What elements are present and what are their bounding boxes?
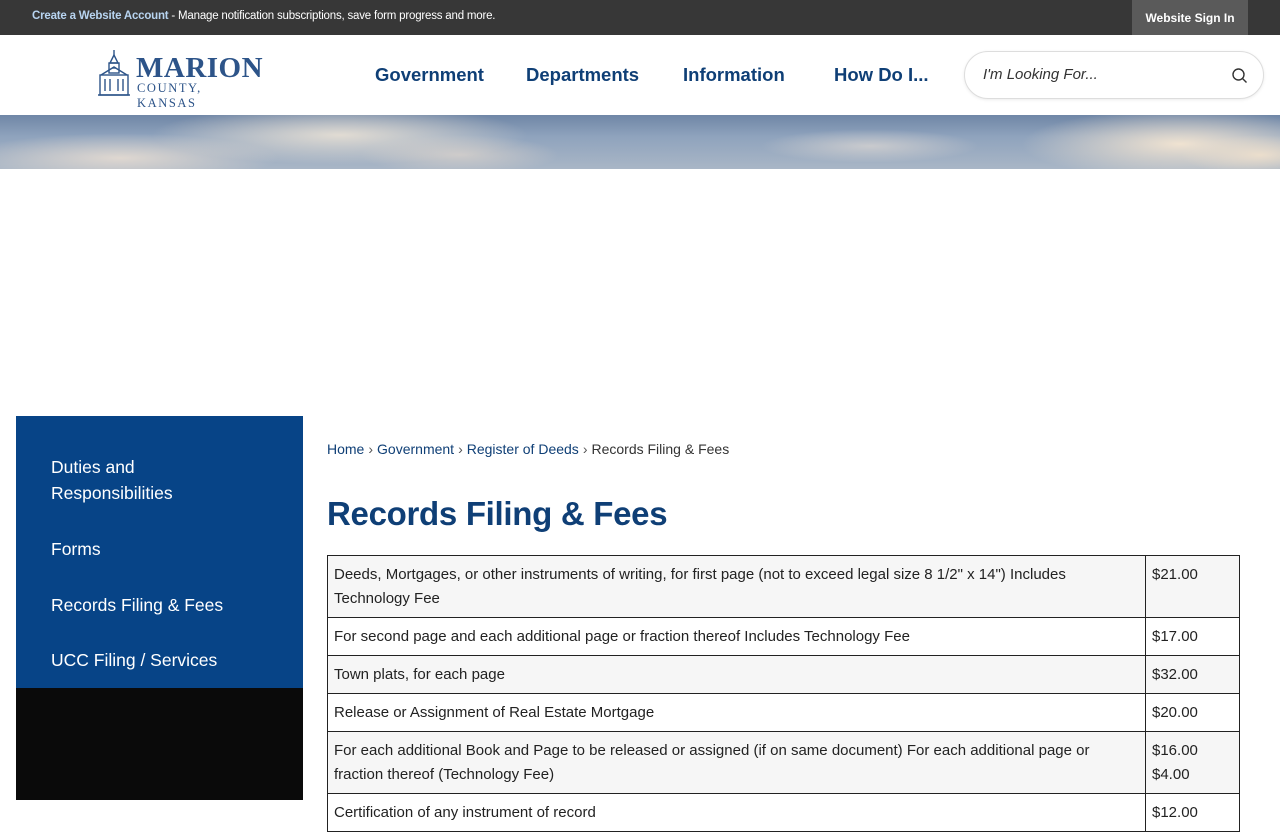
table-row: Release or Assignment of Real Estate Mor… bbox=[327, 693, 1240, 732]
breadcrumb-home[interactable]: Home bbox=[327, 441, 364, 457]
breadcrumb-separator: › bbox=[582, 441, 588, 457]
table-row: For each additional Book and Page to be … bbox=[327, 731, 1240, 794]
fee-amount: $12.00 bbox=[1145, 793, 1240, 832]
fee-amount: $17.00 bbox=[1145, 617, 1240, 656]
fee-amount: $21.00 bbox=[1145, 555, 1240, 618]
account-message: Create a Website Account - Manage notifi… bbox=[32, 10, 495, 22]
breadcrumb-current: Records Filing & Fees bbox=[591, 441, 730, 457]
sidebar-footer-block bbox=[16, 688, 303, 800]
search-box bbox=[964, 51, 1264, 99]
create-account-link[interactable]: Create a Website Account bbox=[32, 10, 169, 22]
breadcrumb-separator: › bbox=[458, 441, 463, 457]
fee-amount: $20.00 bbox=[1145, 693, 1240, 732]
sidebar-item-forms[interactable]: Forms bbox=[51, 536, 101, 562]
sidebar-nav: Duties and Responsibilities Forms Record… bbox=[16, 416, 303, 688]
fee-amount-secondary: $4.00 bbox=[1152, 766, 1190, 783]
logo-title: MARION bbox=[136, 52, 264, 84]
breadcrumb-separator: › bbox=[368, 441, 374, 457]
nav-departments[interactable]: Departments bbox=[526, 64, 639, 86]
fee-amount: $16.00 bbox=[1152, 742, 1198, 759]
fee-description: For second page and each additional page… bbox=[327, 617, 1146, 656]
fee-description: Release or Assignment of Real Estate Mor… bbox=[327, 693, 1146, 732]
nav-government[interactable]: Government bbox=[375, 64, 484, 86]
fee-description: For each additional Book and Page to be … bbox=[327, 731, 1146, 794]
fee-description: Town plats, for each page bbox=[327, 655, 1146, 694]
sidebar-item-duties[interactable]: Duties and Responsibilities bbox=[51, 454, 251, 506]
breadcrumb: Home › Government › Register of Deeds › Record… bbox=[327, 441, 729, 457]
courthouse-logo-icon bbox=[98, 50, 130, 96]
site-header: MARION COUNTY, KANSAS Government Departm… bbox=[0, 35, 1280, 115]
page-title: Records Filing & Fees bbox=[327, 495, 668, 532]
table-row: Certification of any instrument of recor… bbox=[327, 793, 1240, 832]
account-message-text: - Manage notification subscriptions, sav… bbox=[168, 10, 496, 22]
table-row: For second page and each additional page… bbox=[327, 617, 1240, 656]
fee-amount-cell: $16.00 $4.00 bbox=[1145, 731, 1240, 794]
site-logo[interactable]: MARION COUNTY, KANSAS bbox=[96, 49, 266, 110]
sidebar-item-ucc-filing[interactable]: UCC Filing / Services bbox=[51, 647, 217, 673]
logo-subtitle: COUNTY, KANSAS bbox=[137, 81, 202, 110]
nav-information[interactable]: Information bbox=[683, 64, 785, 86]
search-input[interactable] bbox=[983, 66, 1223, 83]
fees-table: Deeds, Mortgages, or other instruments o… bbox=[327, 555, 1240, 832]
utility-bar: Create a Website Account - Manage notifi… bbox=[0, 0, 1280, 35]
search-icon[interactable] bbox=[1231, 67, 1249, 85]
breadcrumb-register-of-deeds[interactable]: Register of Deeds bbox=[467, 441, 579, 457]
sign-in-button[interactable]: Website Sign In bbox=[1132, 0, 1248, 35]
fee-amount: $32.00 bbox=[1145, 655, 1240, 694]
fee-description: Deeds, Mortgages, or other instruments o… bbox=[327, 555, 1146, 618]
sidebar-item-records-fees[interactable]: Records Filing & Fees bbox=[51, 592, 223, 618]
table-row: Deeds, Mortgages, or other instruments o… bbox=[327, 555, 1240, 618]
header-banner-image bbox=[0, 115, 1280, 169]
nav-how-do-i[interactable]: How Do I... bbox=[834, 64, 929, 86]
table-row: Town plats, for each page $32.00 bbox=[327, 655, 1240, 694]
breadcrumb-government[interactable]: Government bbox=[377, 441, 454, 457]
fee-description: Certification of any instrument of recor… bbox=[327, 793, 1146, 832]
